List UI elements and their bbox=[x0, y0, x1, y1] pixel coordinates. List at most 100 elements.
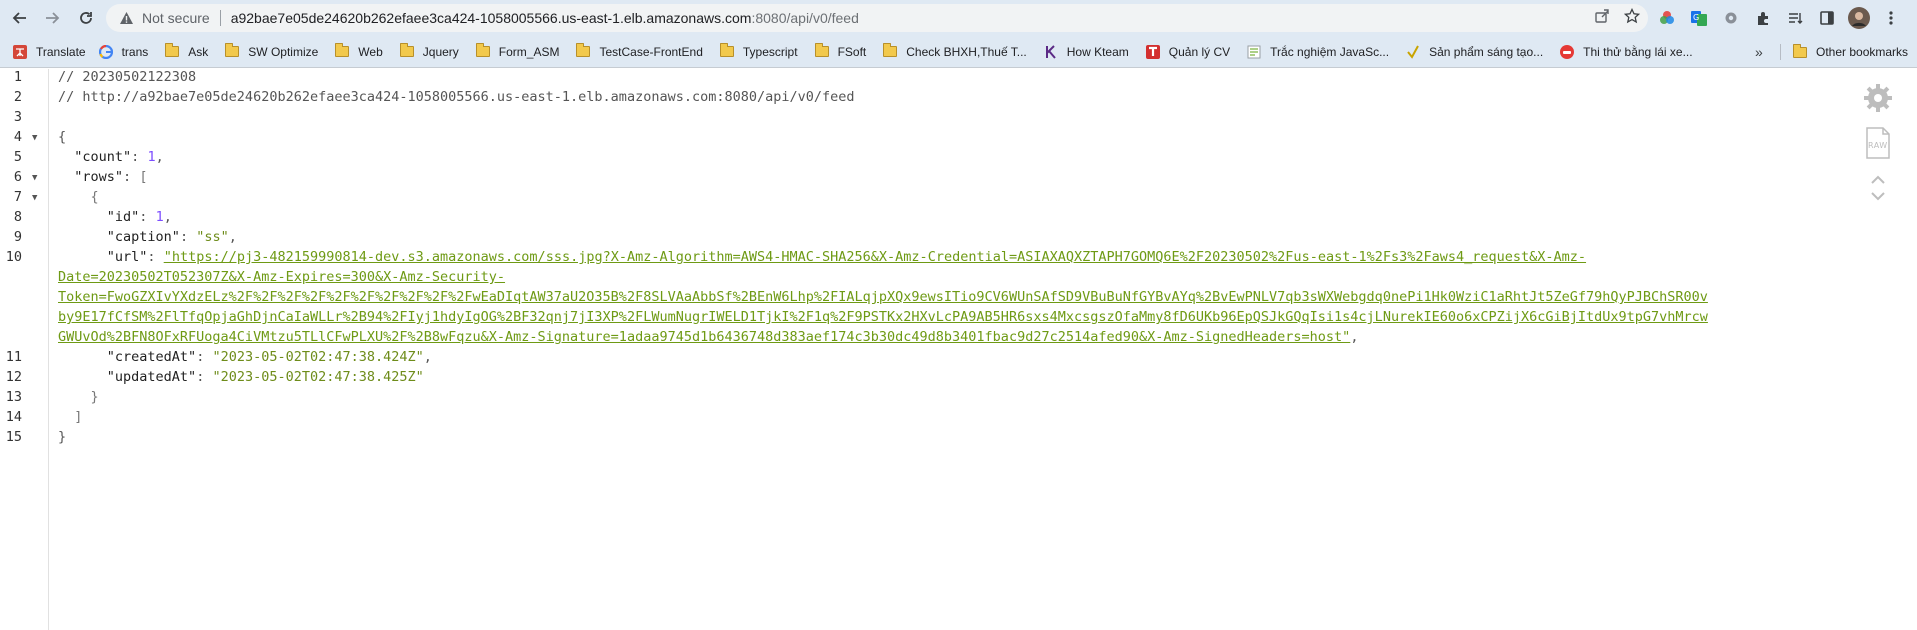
bookmark-label: Typescript bbox=[742, 44, 798, 59]
translate-extension-icon[interactable]: G bbox=[1688, 7, 1710, 29]
close-array: ] bbox=[58, 409, 83, 425]
bookmark-thi-thu[interactable]: Thi thử bằng lái xe... bbox=[1553, 39, 1698, 65]
json-value-string: "2023-05-02T02:47:38.425Z" bbox=[212, 369, 424, 385]
fold-toggle-icon[interactable]: ▼ bbox=[32, 133, 37, 143]
check-icon bbox=[1405, 44, 1421, 60]
json-line-rows: "rows": [ bbox=[74, 169, 148, 185]
back-icon[interactable] bbox=[6, 4, 34, 32]
line-number: 1 bbox=[13, 69, 22, 85]
url-link[interactable]: "https://pj3-482159990814-dev.s3.amazona… bbox=[164, 249, 1586, 265]
open-brace: { bbox=[58, 129, 67, 145]
bookmark-folder-typescript[interactable]: Typescript bbox=[713, 39, 804, 65]
url-path[interactable]: :8080/api/v0/feed bbox=[751, 10, 858, 26]
bookmark-folder-web[interactable]: Web bbox=[328, 39, 388, 65]
json-value-number: 1 bbox=[147, 149, 156, 165]
comment-timestamp: // 20230502122308 bbox=[58, 69, 197, 85]
reading-list-icon[interactable] bbox=[1784, 7, 1806, 29]
bookmark-label: Ask bbox=[188, 44, 209, 59]
raw-icon[interactable]: RAW bbox=[1865, 127, 1891, 163]
bookmark-folder-ask[interactable]: Ask bbox=[158, 39, 214, 65]
bookmark-folder-fsoft[interactable]: FSoft bbox=[808, 39, 873, 65]
other-bookmarks-folder[interactable]: Other bookmarks bbox=[1786, 39, 1914, 65]
folder-icon bbox=[475, 43, 491, 60]
line-number: 9 bbox=[13, 229, 22, 245]
folder-icon bbox=[575, 43, 591, 60]
kteam-icon bbox=[1043, 44, 1059, 60]
share-icon[interactable] bbox=[1594, 8, 1610, 29]
url-link[interactable]: by9E17fCfSM%2FlTfqOpjaGhDjnCaIaWLLr%2B94… bbox=[58, 309, 1708, 325]
bookmark-folder-form-asm[interactable]: Form_ASM bbox=[469, 39, 566, 65]
bookmark-folder-check-bhxh[interactable]: Check BHXH,Thuế T... bbox=[876, 39, 1033, 65]
bookmark-folder-jquery[interactable]: Jquery bbox=[393, 39, 465, 65]
comment-url: // http://a92bae7e05de24620b262efaee3ca4… bbox=[58, 89, 855, 105]
bookmark-trans[interactable]: trans bbox=[92, 39, 155, 65]
menu-icon[interactable] bbox=[1880, 7, 1902, 29]
settings-extension-icon[interactable] bbox=[1720, 7, 1742, 29]
expand-collapse-icon[interactable] bbox=[1868, 171, 1888, 209]
bookmark-san-pham[interactable]: Sản phẩm sáng tạo... bbox=[1399, 39, 1549, 65]
bookmark-label: Form_ASM bbox=[498, 44, 560, 59]
json-key: "id" bbox=[106, 209, 140, 225]
line-number: 11 bbox=[5, 349, 22, 365]
json-value-string: "2023-05-02T02:47:38.424Z" bbox=[212, 349, 424, 365]
url-host[interactable]: a92bae7e05de24620b262efaee3ca424-1058005… bbox=[231, 10, 752, 26]
line-number: 8 bbox=[13, 209, 22, 225]
translate-icon bbox=[12, 44, 28, 60]
line-number: 7 bbox=[13, 189, 22, 205]
url-link[interactable]: Date=20230502T052307Z&X-Amz-Expires=300&… bbox=[58, 269, 505, 285]
json-line-id: "id": 1, bbox=[106, 209, 172, 225]
line-number: 15 bbox=[5, 429, 22, 445]
folder-icon bbox=[224, 43, 240, 60]
warning-icon[interactable] bbox=[118, 10, 134, 26]
folder-icon bbox=[814, 43, 830, 60]
json-key: "updatedAt" bbox=[106, 369, 197, 385]
json-line-url-wrap: Token=FwoGZXIvYXdzELz%2F%2F%2F%2F%2F%2F%… bbox=[58, 289, 1708, 305]
star-icon[interactable] bbox=[1623, 7, 1641, 29]
fold-toggle-icon[interactable]: ▼ bbox=[32, 193, 37, 203]
address-bar[interactable]: Not secure a92bae7e05de24620b262efaee3ca… bbox=[106, 4, 1648, 32]
google-icon bbox=[98, 44, 114, 60]
side-panel-icon[interactable] bbox=[1816, 7, 1838, 29]
extensions-icon[interactable] bbox=[1752, 7, 1774, 29]
bookmark-label: TestCase-FrontEnd bbox=[599, 44, 703, 59]
json-line-updatedAt: "updatedAt": "2023-05-02T02:47:38.425Z" bbox=[106, 369, 424, 385]
bookmark-quan-ly-cv[interactable]: Quản lý CV bbox=[1139, 39, 1236, 65]
json-line-caption: "caption": "ss", bbox=[106, 229, 237, 245]
line-number: 13 bbox=[5, 389, 22, 405]
bookmarks-bar: Translate trans Ask SW Optimize Web Jque… bbox=[0, 36, 1917, 68]
line-number: 10 bbox=[5, 249, 22, 265]
bookmarks-overflow-button[interactable]: » bbox=[1755, 36, 1763, 68]
omnibox-divider bbox=[219, 10, 221, 26]
bookmark-folder-sw-optimize[interactable]: SW Optimize bbox=[218, 39, 324, 65]
bookmark-trac-nghiem[interactable]: Trắc nghiệm JavaSc... bbox=[1240, 39, 1395, 65]
bookmark-label: Other bookmarks bbox=[1816, 45, 1909, 59]
profile-avatar[interactable] bbox=[1848, 7, 1870, 29]
reload-icon[interactable] bbox=[72, 4, 100, 32]
settings-gear-icon[interactable] bbox=[1863, 83, 1893, 117]
bookmark-label: trans bbox=[121, 44, 149, 59]
json-line-createdAt: "createdAt": "2023-05-02T02:47:38.424Z", bbox=[106, 349, 432, 365]
line-number: 14 bbox=[5, 409, 22, 425]
url-link[interactable]: GWUvOd%2BFN8OFxRFUoga4CiVMtzu5TLlCFwPLXU… bbox=[58, 329, 1350, 345]
json-key: "count" bbox=[74, 149, 132, 165]
json-key: "rows" bbox=[74, 169, 124, 185]
folder-icon bbox=[719, 43, 735, 60]
viewer-side-toolbar: RAW bbox=[1858, 83, 1898, 209]
line-number-gutter: 1 2 3 4 5 6 7 8 9 10 11 12 13 14 15 ▼ ▼ … bbox=[0, 69, 49, 630]
forward-icon[interactable] bbox=[38, 4, 66, 32]
bookmark-folder-testcase[interactable]: TestCase-FrontEnd bbox=[569, 39, 708, 65]
json-line-url-wrap: Date=20230502T052307Z&X-Amz-Expires=300&… bbox=[58, 269, 505, 285]
url-link[interactable]: Token=FwoGZXIvYXdzELz%2F%2F%2F%2F%2F%2F%… bbox=[58, 289, 1708, 305]
json-line-count: "count": 1, bbox=[74, 149, 164, 165]
bookmark-how-kteam[interactable]: How Kteam bbox=[1037, 39, 1135, 65]
bookmark-label: SW Optimize bbox=[248, 44, 319, 59]
json-key: "caption" bbox=[106, 229, 180, 245]
security-label[interactable]: Not secure bbox=[142, 10, 210, 26]
folder-icon bbox=[882, 43, 898, 60]
fold-toggle-icon[interactable]: ▼ bbox=[32, 173, 37, 183]
quiz-icon bbox=[1246, 44, 1262, 60]
json-key: "createdAt" bbox=[106, 349, 197, 365]
color-picker-extension-icon[interactable] bbox=[1656, 7, 1678, 29]
folder-icon bbox=[334, 43, 350, 60]
bookmark-translate[interactable]: Translate bbox=[6, 39, 92, 65]
